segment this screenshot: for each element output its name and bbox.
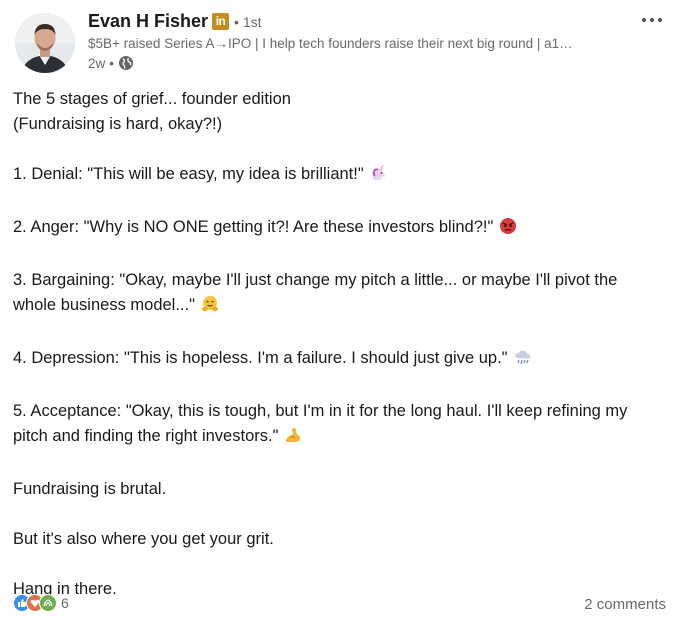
post-line: (Fundraising is hard, okay?!) (13, 115, 223, 133)
post-line-acceptance: 5. Acceptance: "Okay, this is tough, but… (13, 399, 663, 452)
post-time: 2w (88, 55, 106, 71)
post-line: But it's also where you get your grit. (13, 530, 274, 548)
author-name-row: Evan H Fisher in • 1st (88, 11, 262, 32)
support-icon (39, 594, 57, 612)
more-options-button[interactable] (640, 8, 664, 32)
meta-separator: • (109, 55, 114, 71)
post-line: The 5 stages of grief... founder edition (13, 90, 291, 108)
feed-post: Evan H Fisher in • 1st $5B+ raised Serie… (0, 0, 678, 618)
ellipsis-icon (642, 18, 662, 22)
author-headline: $5B+ raised Series A→IPO | I help tech f… (88, 36, 573, 51)
reactions-summary[interactable]: 6 (13, 594, 69, 612)
post-line-bargaining: 3. Bargaining: "Okay, maybe I'll just ch… (13, 268, 663, 321)
post-body: The 5 stages of grief... founder edition… (13, 87, 663, 602)
rain-cloud-emoji (514, 348, 532, 374)
post-line: Fundraising is brutal. (13, 480, 167, 498)
post-line-depression: 4. Depression: "This is hopeless. I'm a … (13, 346, 663, 374)
avatar-photo (15, 13, 75, 73)
globe-icon (119, 56, 133, 70)
unicorn-emoji (370, 164, 388, 190)
post-line-anger: 2. Anger: "Why is NO ONE getting it?! Ar… (13, 215, 663, 243)
post-meta: 2w • (88, 55, 134, 71)
angry-face-emoji (499, 217, 517, 243)
author-avatar[interactable] (15, 13, 75, 73)
connection-degree: • 1st (234, 13, 262, 30)
author-name[interactable]: Evan H Fisher (88, 11, 208, 32)
reaction-count[interactable]: 6 (61, 595, 69, 611)
hugging-face-emoji (201, 295, 219, 321)
comments-count-link[interactable]: 2 comments (584, 596, 666, 613)
post-line: Hang in there. (13, 580, 117, 598)
linkedin-premium-icon: in (212, 13, 230, 30)
flexed-biceps-emoji (284, 426, 302, 452)
post-line-denial: 1. Denial: "This will be easy, my idea i… (13, 162, 663, 190)
